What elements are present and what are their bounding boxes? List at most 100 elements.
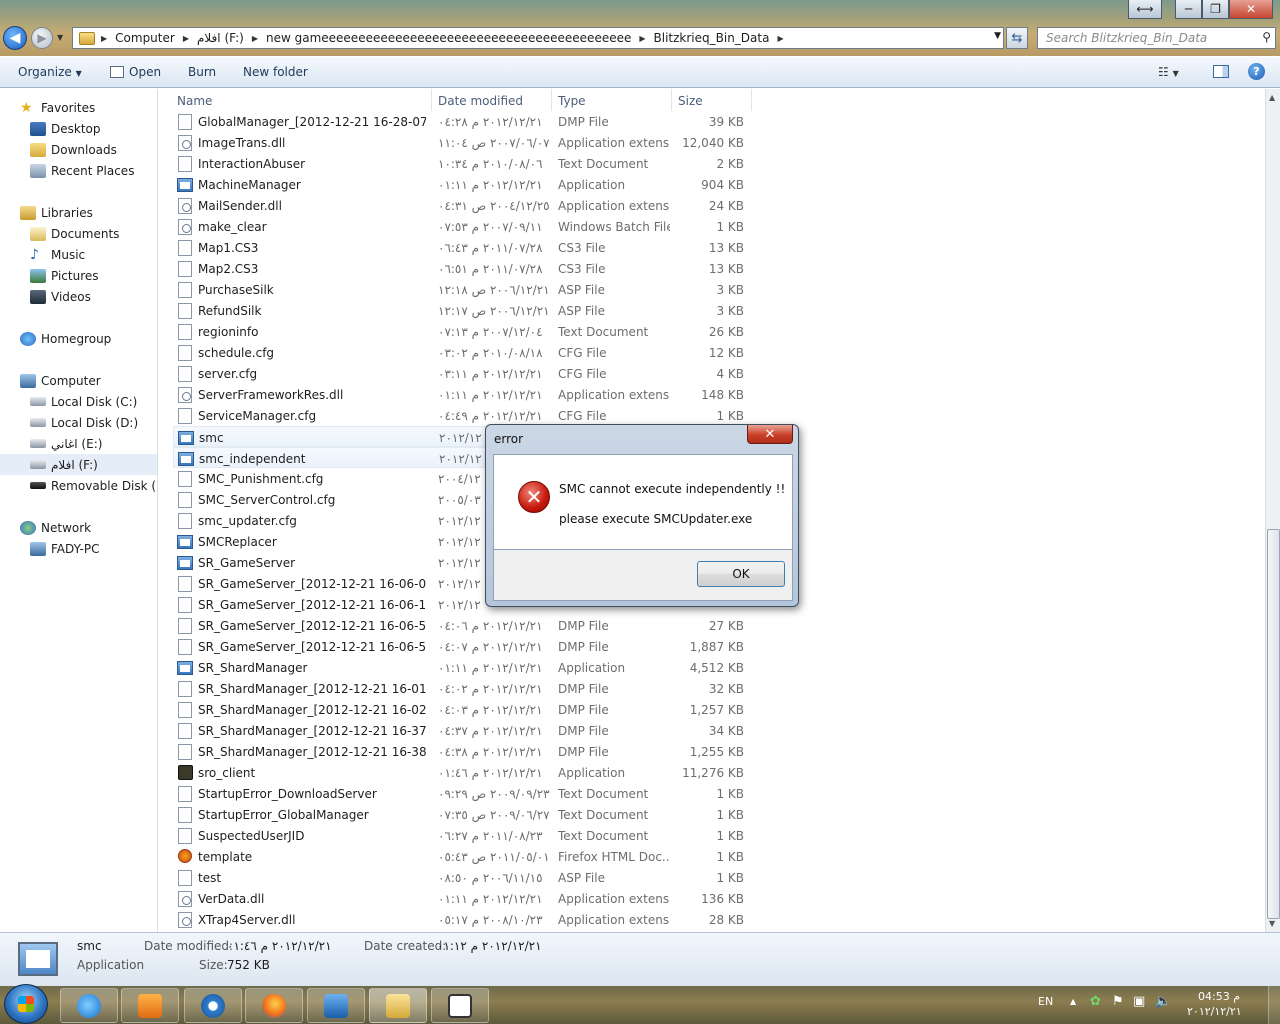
- file-row[interactable]: SuspectedUserJID ٢٠١١/٠٨/٢٣ م ٠٦:٢٧ Text D…: [173, 825, 753, 846]
- dialog-close-button[interactable]: ✕: [747, 425, 793, 444]
- open-button[interactable]: Open: [110, 65, 161, 79]
- breadcrumb-drive-f[interactable]: افلام (F:): [191, 31, 250, 45]
- taskbar-internet-explorer[interactable]: [60, 988, 118, 1023]
- file-row[interactable]: regioninfo ٢٠٠٧/١٢/٠٤ م ٠٧:١٣ Text Documen…: [173, 321, 753, 342]
- column-header-name[interactable]: Name: [177, 94, 212, 108]
- file-row[interactable]: StartupError_DownloadServer ٢٠٠٩/٠٩/٢٣ ص …: [173, 783, 753, 804]
- chevron-right-icon[interactable]: ▶: [99, 34, 109, 43]
- file-row[interactable]: Map1.CS3 ٢٠١١/٠٧/٢٨ م ٠٦:٤٣ CS3 File 13 KB: [173, 237, 753, 258]
- file-row[interactable]: SR_ShardManager_[2012-12-21 16-38-35]...…: [173, 741, 753, 762]
- nav-videos[interactable]: Videos: [0, 286, 157, 307]
- burn-button[interactable]: Burn: [188, 65, 216, 79]
- nav-pictures[interactable]: Pictures: [0, 265, 157, 286]
- chevron-right-icon[interactable]: ▶: [250, 34, 260, 43]
- taskbar-teamviewer[interactable]: [307, 988, 365, 1023]
- file-row[interactable]: ServerFrameworkRes.dll ٢٠١٢/١٢/٢١ م ٠١:١١…: [173, 384, 753, 405]
- maximize-button[interactable]: ❐: [1202, 0, 1229, 19]
- start-button[interactable]: [4, 984, 48, 1024]
- recent-pages-dropdown[interactable]: ▼: [57, 33, 67, 43]
- file-row[interactable]: SR_ShardManager ٢٠١٢/١٢/٢١ م ٠١:١١ Applica…: [173, 657, 753, 678]
- file-row[interactable]: XTrap4Server.dll ٢٠٠٨/١٠/٢٣ م ٠٥:١٧ Applic…: [173, 909, 753, 930]
- back-button[interactable]: ◀: [3, 26, 27, 50]
- column-header-date[interactable]: Date modified: [438, 94, 523, 108]
- chevron-right-icon[interactable]: ▶: [637, 34, 647, 43]
- nav-music[interactable]: ♪ Music: [0, 244, 157, 265]
- nav-favorites[interactable]: ★ Favorites: [0, 97, 157, 118]
- taskbar-explorer[interactable]: [369, 988, 427, 1023]
- help-button[interactable]: ?: [1248, 63, 1265, 80]
- file-row[interactable]: StartupError_GlobalManager ٢٠٠٩/٠٦/٢٧ ص ٠…: [173, 804, 753, 825]
- nav-drive-h[interactable]: Removable Disk (H:): [0, 475, 157, 496]
- column-header-size[interactable]: Size: [678, 94, 703, 108]
- nav-documents[interactable]: Documents: [0, 223, 157, 244]
- address-bar[interactable]: ▶ Computer ▶ افلام (F:) ▶ new gameeeeeee…: [72, 27, 1004, 49]
- scroll-down-arrow[interactable]: ▼: [1269, 919, 1275, 928]
- chevron-right-icon[interactable]: ▶: [775, 34, 785, 43]
- minimize-button[interactable]: ─: [1175, 0, 1202, 19]
- refresh-button[interactable]: ⇆: [1006, 27, 1028, 49]
- resize-button[interactable]: ⟷: [1128, 0, 1162, 19]
- file-row[interactable]: server.cfg ٢٠١٢/١٢/٢١ م ٠٣:١١ CFG File 4 KB: [173, 363, 753, 384]
- nav-network[interactable]: Network: [0, 517, 157, 538]
- file-row[interactable]: sro_client ٢٠١٢/١٢/٢١ م ٠١:٤٦ Application 1…: [173, 762, 753, 783]
- vertical-scrollbar[interactable]: ▲ ▼: [1265, 89, 1280, 932]
- file-row[interactable]: VerData.dll ٢٠١٢/١٢/٢١ م ٠١:١١ Application…: [173, 888, 753, 909]
- taskbar-firefox[interactable]: [245, 988, 303, 1023]
- file-row[interactable]: GlobalManager_[2012-12-21 16-28-07]_1...…: [173, 111, 753, 132]
- chevron-right-icon[interactable]: ▶: [181, 34, 191, 43]
- file-row[interactable]: MachineManager ٢٠١٢/١٢/٢١ م ٠١:١١ Applicat…: [173, 174, 753, 195]
- file-row[interactable]: make_clear ٢٠٠٧/٠٩/١١ م ٠٧:٥٣ Windows Batc…: [173, 216, 753, 237]
- file-row[interactable]: RefundSilk ٢٠٠٦/١٢/٢١ ص ١٢:١٧ ASP File 3 KB: [173, 300, 753, 321]
- breadcrumb-new-game[interactable]: new gameeeeeeeeeeeeeeeeeeeeeeeeeeeeeeeee…: [260, 31, 637, 45]
- file-row[interactable]: SR_ShardManager_[2012-12-21 16-01-44]...…: [173, 678, 753, 699]
- ok-button[interactable]: OK: [697, 561, 785, 587]
- taskbar-media-player[interactable]: [121, 988, 179, 1023]
- view-options-button[interactable]: ☷ ▼: [1158, 65, 1179, 79]
- file-row[interactable]: SR_ShardManager_[2012-12-21 16-37-27]...…: [173, 720, 753, 741]
- nav-drive-e[interactable]: اغاني (E:): [0, 433, 157, 454]
- file-row[interactable]: InteractionAbuser ٢٠١٠/٠٨/٠٦ م ١٠:٣٤ Text …: [173, 153, 753, 174]
- column-divider[interactable]: [551, 89, 552, 111]
- file-row[interactable]: ServiceManager.cfg ٢٠١٢/١٢/٢١ م ٠٤:٤٩ CFG …: [173, 405, 753, 426]
- breadcrumb-computer[interactable]: Computer: [109, 31, 181, 45]
- column-divider[interactable]: [751, 89, 752, 111]
- nav-fady-pc[interactable]: FADY-PC: [0, 538, 157, 559]
- file-row[interactable]: ImageTrans.dll ٢٠٠٧/٠٦/٠٧ ص ١١:٠٤ Applicat…: [173, 132, 753, 153]
- file-row[interactable]: PurchaseSilk ٢٠٠٦/١٢/٢١ ص ١٢:١٨ ASP File 3 …: [173, 279, 753, 300]
- volume-icon[interactable]: 🔈: [1155, 994, 1171, 1009]
- clock-time[interactable]: 04:53 م: [1198, 990, 1240, 1003]
- nav-downloads[interactable]: Downloads: [0, 139, 157, 160]
- window-close-button[interactable]: ✕: [1229, 0, 1273, 19]
- address-dropdown-icon[interactable]: ▼: [994, 31, 1001, 41]
- language-indicator[interactable]: EN: [1038, 995, 1053, 1008]
- nav-recent-places[interactable]: Recent Places: [0, 160, 157, 181]
- organize-button[interactable]: Organize ▼: [18, 65, 82, 79]
- file-row[interactable]: SR_GameServer_[2012-12-21 16-06-55].d...…: [173, 636, 753, 657]
- column-divider[interactable]: [671, 89, 672, 111]
- file-row[interactable]: schedule.cfg ٢٠١٠/٠٨/١٨ م ٠٣:٠٢ CFG File 12…: [173, 342, 753, 363]
- nav-drive-d[interactable]: Local Disk (D:): [0, 412, 157, 433]
- show-desktop-button[interactable]: [1268, 986, 1280, 1024]
- file-row[interactable]: template ٢٠١١/٠٥/٠١ ص ٠٥:٤٣ Firefox HTML D…: [173, 846, 753, 867]
- forward-button[interactable]: ▶: [31, 27, 53, 49]
- file-row[interactable]: SR_GameServer_[2012-12-21 16-06-54]_3...…: [173, 615, 753, 636]
- clock-date[interactable]: ٢٠١٢/١٢/٢١: [1187, 1005, 1242, 1018]
- nav-desktop[interactable]: Desktop: [0, 118, 157, 139]
- show-hidden-icons[interactable]: ▲: [1070, 997, 1076, 1006]
- taskbar-app-3[interactable]: [184, 988, 242, 1023]
- scroll-up-arrow[interactable]: ▲: [1269, 93, 1275, 102]
- action-center-flag-icon[interactable]: ⚑: [1112, 994, 1124, 1009]
- preview-pane-button[interactable]: [1213, 65, 1229, 81]
- column-header-type[interactable]: Type: [558, 94, 586, 108]
- column-divider[interactable]: [431, 89, 432, 111]
- file-row[interactable]: test ٢٠٠٦/١١/١٥ م ٠٨:٥٠ ASP File 1 KB: [173, 867, 753, 888]
- nav-computer[interactable]: Computer: [0, 370, 157, 391]
- nav-drive-f[interactable]: افلام (F:): [0, 454, 157, 475]
- file-row[interactable]: MailSender.dll ٢٠٠٤/١٢/٢٥ ص ٠٤:٣١ Applicat…: [173, 195, 753, 216]
- nav-drive-c[interactable]: Local Disk (C:): [0, 391, 157, 412]
- taskbar-error-window[interactable]: [431, 988, 489, 1023]
- scrollbar-thumb[interactable]: [1267, 529, 1280, 919]
- network-tray-icon[interactable]: ✿: [1090, 994, 1101, 1009]
- nav-homegroup[interactable]: Homegroup: [0, 328, 157, 349]
- file-row[interactable]: SR_ShardManager_[2012-12-21 16-02-36]...…: [173, 699, 753, 720]
